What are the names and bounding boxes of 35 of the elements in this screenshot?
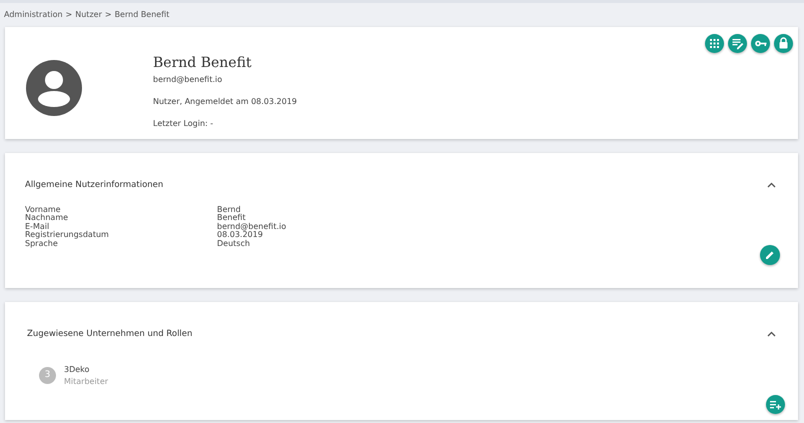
avatar-icon	[26, 60, 82, 116]
company-avatar: 3	[39, 367, 56, 384]
add-button[interactable]	[766, 395, 785, 414]
collapse-icon[interactable]	[767, 331, 776, 338]
field-label: Sprache	[25, 240, 58, 248]
field-label: Vorname	[25, 206, 61, 214]
panel-title: Allgemeine Nutzerinformationen	[25, 179, 164, 192]
collapse-icon[interactable]	[767, 182, 776, 188]
breadcrumb-link[interactable]: Administration	[4, 10, 63, 19]
user-status: Nutzer, Angemeldet am 08.03.2019	[153, 96, 297, 108]
breadcrumb-link[interactable]: Bernd Benefit	[114, 10, 170, 19]
last-login: Letzter Login: -	[153, 118, 214, 130]
field-value: Deutsch	[217, 240, 250, 248]
company-name: 3Deko	[64, 364, 90, 376]
edit-button[interactable]	[760, 245, 780, 265]
field-value: Bernd	[217, 206, 241, 214]
breadcrumb-link[interactable]: Nutzer	[75, 10, 102, 19]
playlist-add-icon	[770, 400, 781, 410]
field-value: 08.03.2019	[217, 231, 263, 240]
field-label: E-Mail	[25, 222, 50, 231]
panel-title: Zugewiesene Unternehmen und Rollen	[27, 328, 192, 341]
field-value: Benefit	[217, 214, 246, 222]
field-value: bernd@benefit.io	[217, 222, 286, 231]
lock-button[interactable]	[774, 34, 793, 53]
user-email: bernd@benefit.io	[153, 74, 224, 86]
apps-button[interactable]	[705, 34, 724, 53]
user-name: Bernd Benefit	[153, 54, 253, 73]
key-button[interactable]	[751, 34, 770, 53]
role-label: Mitarbeiter	[64, 376, 108, 388]
field-label: Registrierungsdatum	[25, 231, 110, 240]
breadcrumb-separator: >	[66, 10, 72, 19]
note-edit-button[interactable]	[728, 34, 747, 53]
field-label: Nachname	[25, 214, 70, 222]
pencil-icon	[765, 250, 775, 260]
breadcrumb-separator: >	[104, 10, 112, 19]
